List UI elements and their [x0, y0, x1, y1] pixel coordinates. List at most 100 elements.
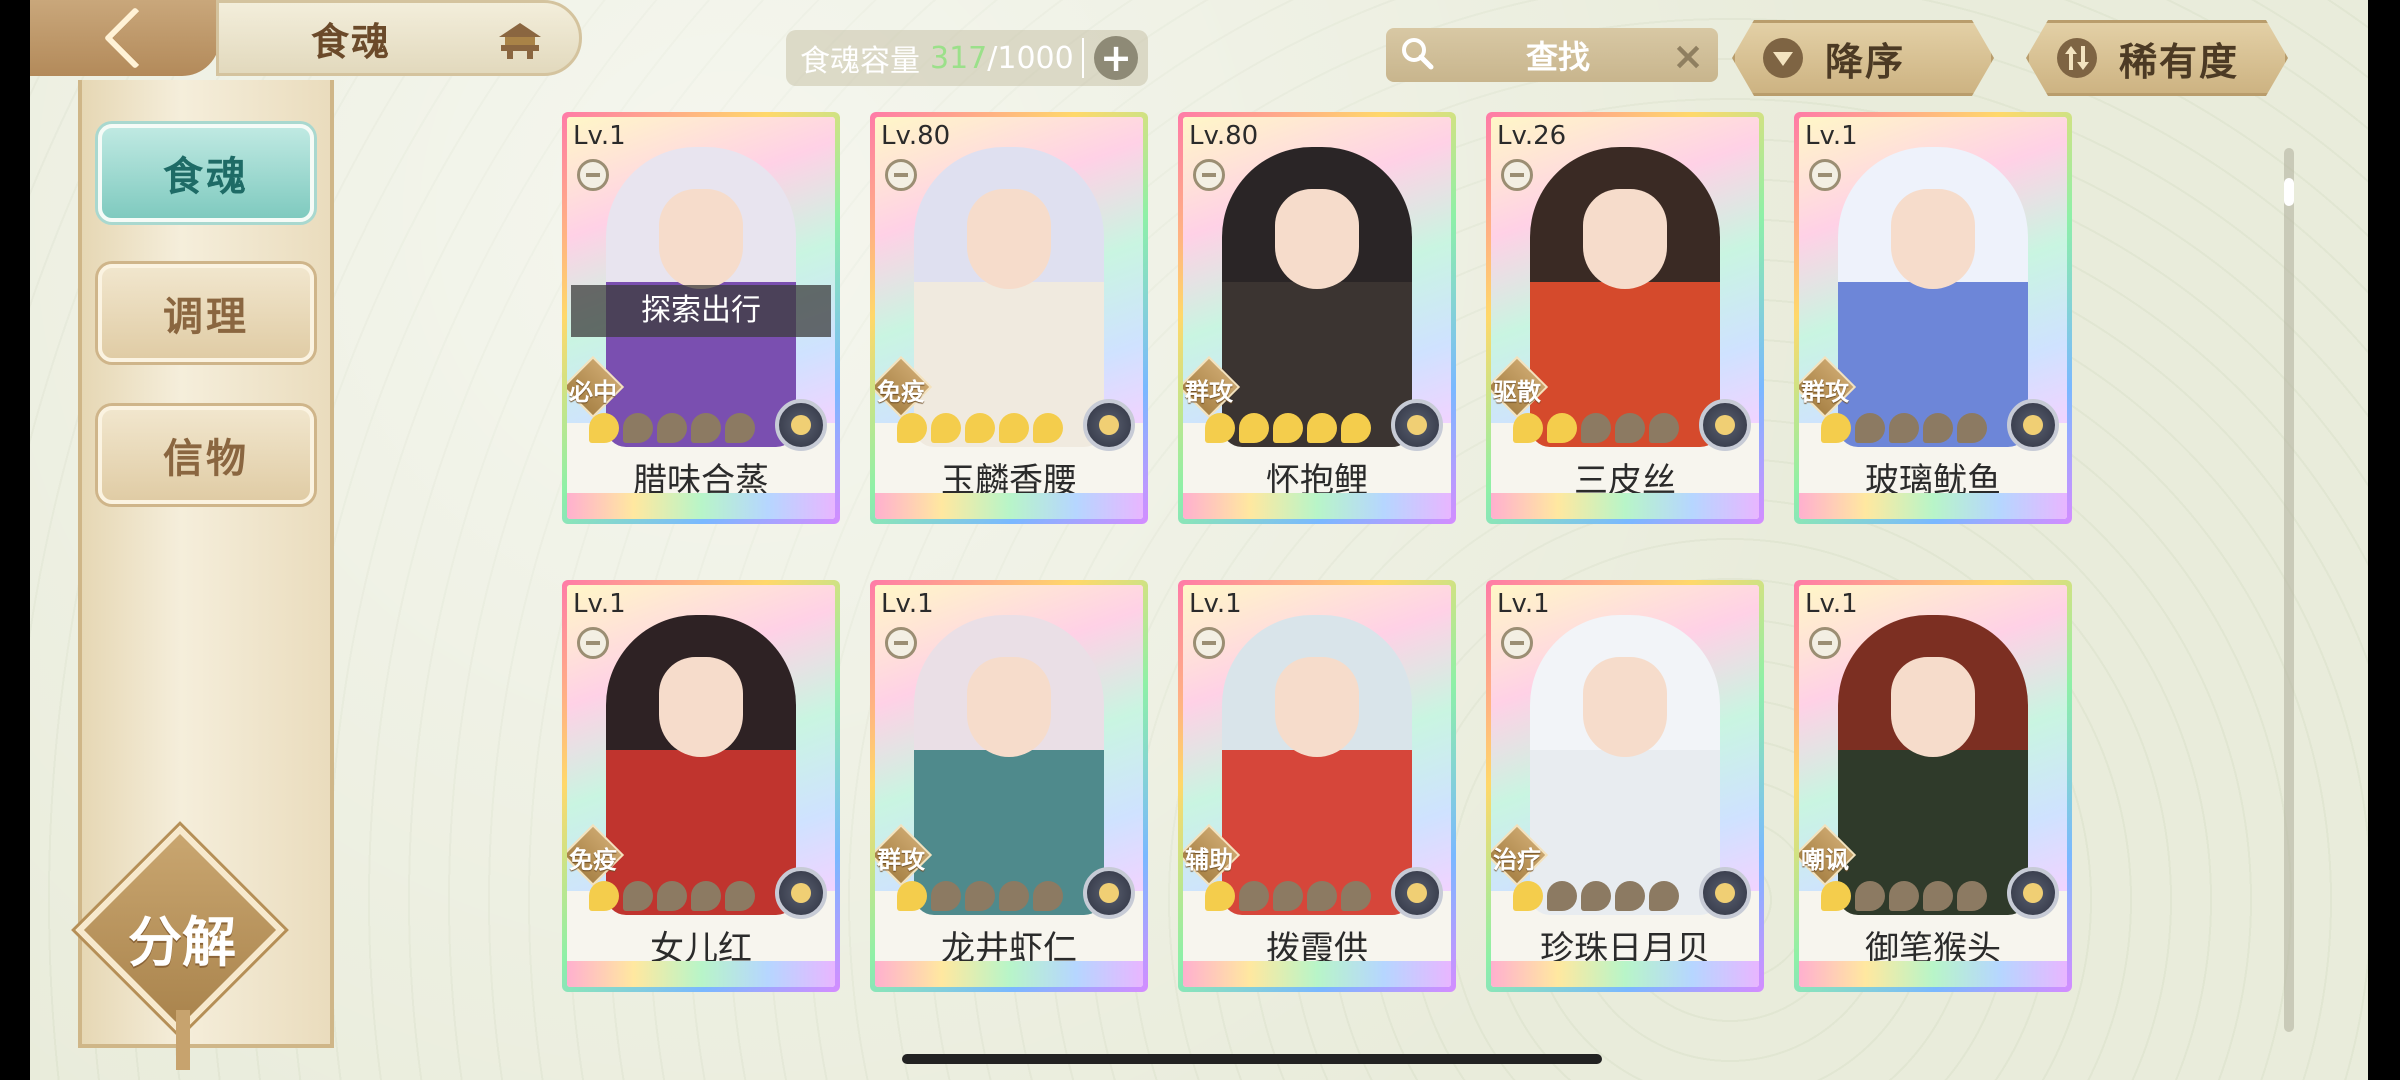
chevron-left-icon: [103, 6, 167, 70]
sidebar-item-token[interactable]: 信物: [98, 406, 314, 504]
star-icon: [1547, 881, 1577, 911]
star-icon: [1821, 881, 1851, 911]
role-badge: 群攻: [875, 823, 933, 887]
scroll-thumb[interactable]: [2284, 178, 2294, 206]
character-face: [1275, 189, 1359, 289]
star-icon: [1855, 413, 1885, 443]
star-icon: [1033, 881, 1063, 911]
star-icon: [931, 413, 961, 443]
scrollbar[interactable]: [2284, 148, 2294, 1032]
element-emblem-icon: [2007, 867, 2059, 919]
star-icon: [1889, 413, 1919, 443]
role-badge: 驱散: [1491, 355, 1549, 419]
card-level: Lv.1: [881, 589, 934, 619]
star-icon: [657, 413, 687, 443]
home-indicator[interactable]: [902, 1054, 1602, 1064]
food-soul-card[interactable]: Lv.1 群攻 龙井虾仁: [870, 580, 1148, 992]
sort-order-button[interactable]: 降序: [1732, 20, 1994, 96]
card-body: Lv.1 免疫 女儿红: [567, 585, 835, 987]
food-soul-card[interactable]: Lv.80 免疫 玉麟香腰: [870, 112, 1148, 524]
sidebar-item-label: 信物: [163, 435, 249, 482]
card-level: Lv.26: [1497, 121, 1567, 151]
food-soul-card[interactable]: Lv.1 探索出行 必中 腊味合蒸: [562, 112, 840, 524]
element-emblem-icon: [775, 399, 827, 451]
role-label: 群攻: [1185, 378, 1233, 406]
character-face: [1891, 657, 1975, 757]
capacity-current: 317: [930, 40, 988, 76]
star-rating: [589, 413, 759, 449]
card-body: Lv.80 群攻 怀抱鲤: [1183, 117, 1451, 519]
sort-field-button[interactable]: 稀有度: [2026, 20, 2288, 96]
star-icon: [1273, 881, 1303, 911]
star-icon: [965, 413, 995, 443]
role-badge: 免疫: [567, 823, 625, 887]
card-level: Lv.1: [1497, 589, 1550, 619]
character-face: [967, 189, 1051, 289]
star-rating: [1205, 413, 1375, 449]
star-icon: [1341, 881, 1371, 911]
role-label: 驱散: [1493, 378, 1541, 406]
star-icon: [1615, 881, 1645, 911]
element-emblem-icon: [1391, 399, 1443, 451]
sort-order-label: 降序: [1825, 38, 1906, 84]
equip-slot-icon: [1809, 627, 1841, 659]
role-badge: 辅助: [1183, 823, 1241, 887]
star-icon: [897, 881, 927, 911]
food-soul-card[interactable]: Lv.26 驱散 三皮丝: [1486, 112, 1764, 524]
role-label: 辅助: [1185, 846, 1233, 874]
element-emblem-icon: [775, 867, 827, 919]
character-face: [967, 657, 1051, 757]
home-icon[interactable]: [497, 21, 543, 61]
food-soul-card[interactable]: Lv.80 群攻 怀抱鲤: [1178, 112, 1456, 524]
star-icon: [1957, 881, 1987, 911]
rarity-band: [875, 961, 1143, 987]
expedition-status: 探索出行: [571, 285, 831, 337]
food-soul-card[interactable]: Lv.1 群攻 玻璃鱿鱼: [1794, 112, 2072, 524]
food-soul-card[interactable]: Lv.1 辅助 拨霞供: [1178, 580, 1456, 992]
star-icon: [1957, 413, 1987, 443]
star-icon: [1615, 413, 1645, 443]
card-level: Lv.1: [1805, 589, 1858, 619]
star-icon: [931, 881, 961, 911]
star-icon: [1581, 881, 1611, 911]
sidebar-item-label: 调理: [163, 293, 249, 340]
search-input[interactable]: 查找 ×: [1386, 28, 1718, 82]
sidebar-item-food-soul[interactable]: 食魂: [98, 124, 314, 222]
food-soul-card[interactable]: Lv.1 免疫 女儿红: [562, 580, 840, 992]
equip-slot-icon: [1501, 159, 1533, 191]
equip-slot-icon: [1193, 159, 1225, 191]
star-icon: [1273, 413, 1303, 443]
card-body: Lv.26 驱散 三皮丝: [1491, 117, 1759, 519]
star-rating: [1821, 881, 1991, 917]
star-icon: [1649, 881, 1679, 911]
food-soul-card[interactable]: Lv.1 嘲讽 御笔猴头: [1794, 580, 2072, 992]
star-rating: [1513, 881, 1683, 917]
role-label: 嘲讽: [1801, 846, 1849, 874]
rarity-band: [567, 493, 835, 519]
star-icon: [725, 881, 755, 911]
capacity-max: 1000: [997, 40, 1074, 76]
sidebar-item-cultivate[interactable]: 调理: [98, 264, 314, 362]
star-rating: [1821, 413, 1991, 449]
food-soul-card[interactable]: Lv.1 治疗 珍珠日月贝: [1486, 580, 1764, 992]
card-level: Lv.1: [1805, 121, 1858, 151]
card-level: Lv.1: [573, 589, 626, 619]
equip-slot-icon: [1809, 159, 1841, 191]
rarity-band: [1183, 961, 1451, 987]
equip-slot-icon: [1193, 627, 1225, 659]
star-icon: [1513, 413, 1543, 443]
sort-field-label: 稀有度: [2119, 38, 2240, 84]
add-capacity-button[interactable]: +: [1094, 36, 1138, 80]
card-level: Lv.80: [1189, 121, 1259, 151]
clear-search-button[interactable]: ×: [1672, 34, 1704, 78]
rarity-band: [1491, 493, 1759, 519]
card-level: Lv.1: [1189, 589, 1242, 619]
star-icon: [657, 881, 687, 911]
star-icon: [1923, 413, 1953, 443]
star-icon: [897, 413, 927, 443]
star-icon: [1547, 413, 1577, 443]
page-title: 食魂: [311, 18, 392, 64]
star-rating: [1513, 413, 1683, 449]
character-face: [1583, 189, 1667, 289]
back-button[interactable]: [30, 0, 220, 76]
